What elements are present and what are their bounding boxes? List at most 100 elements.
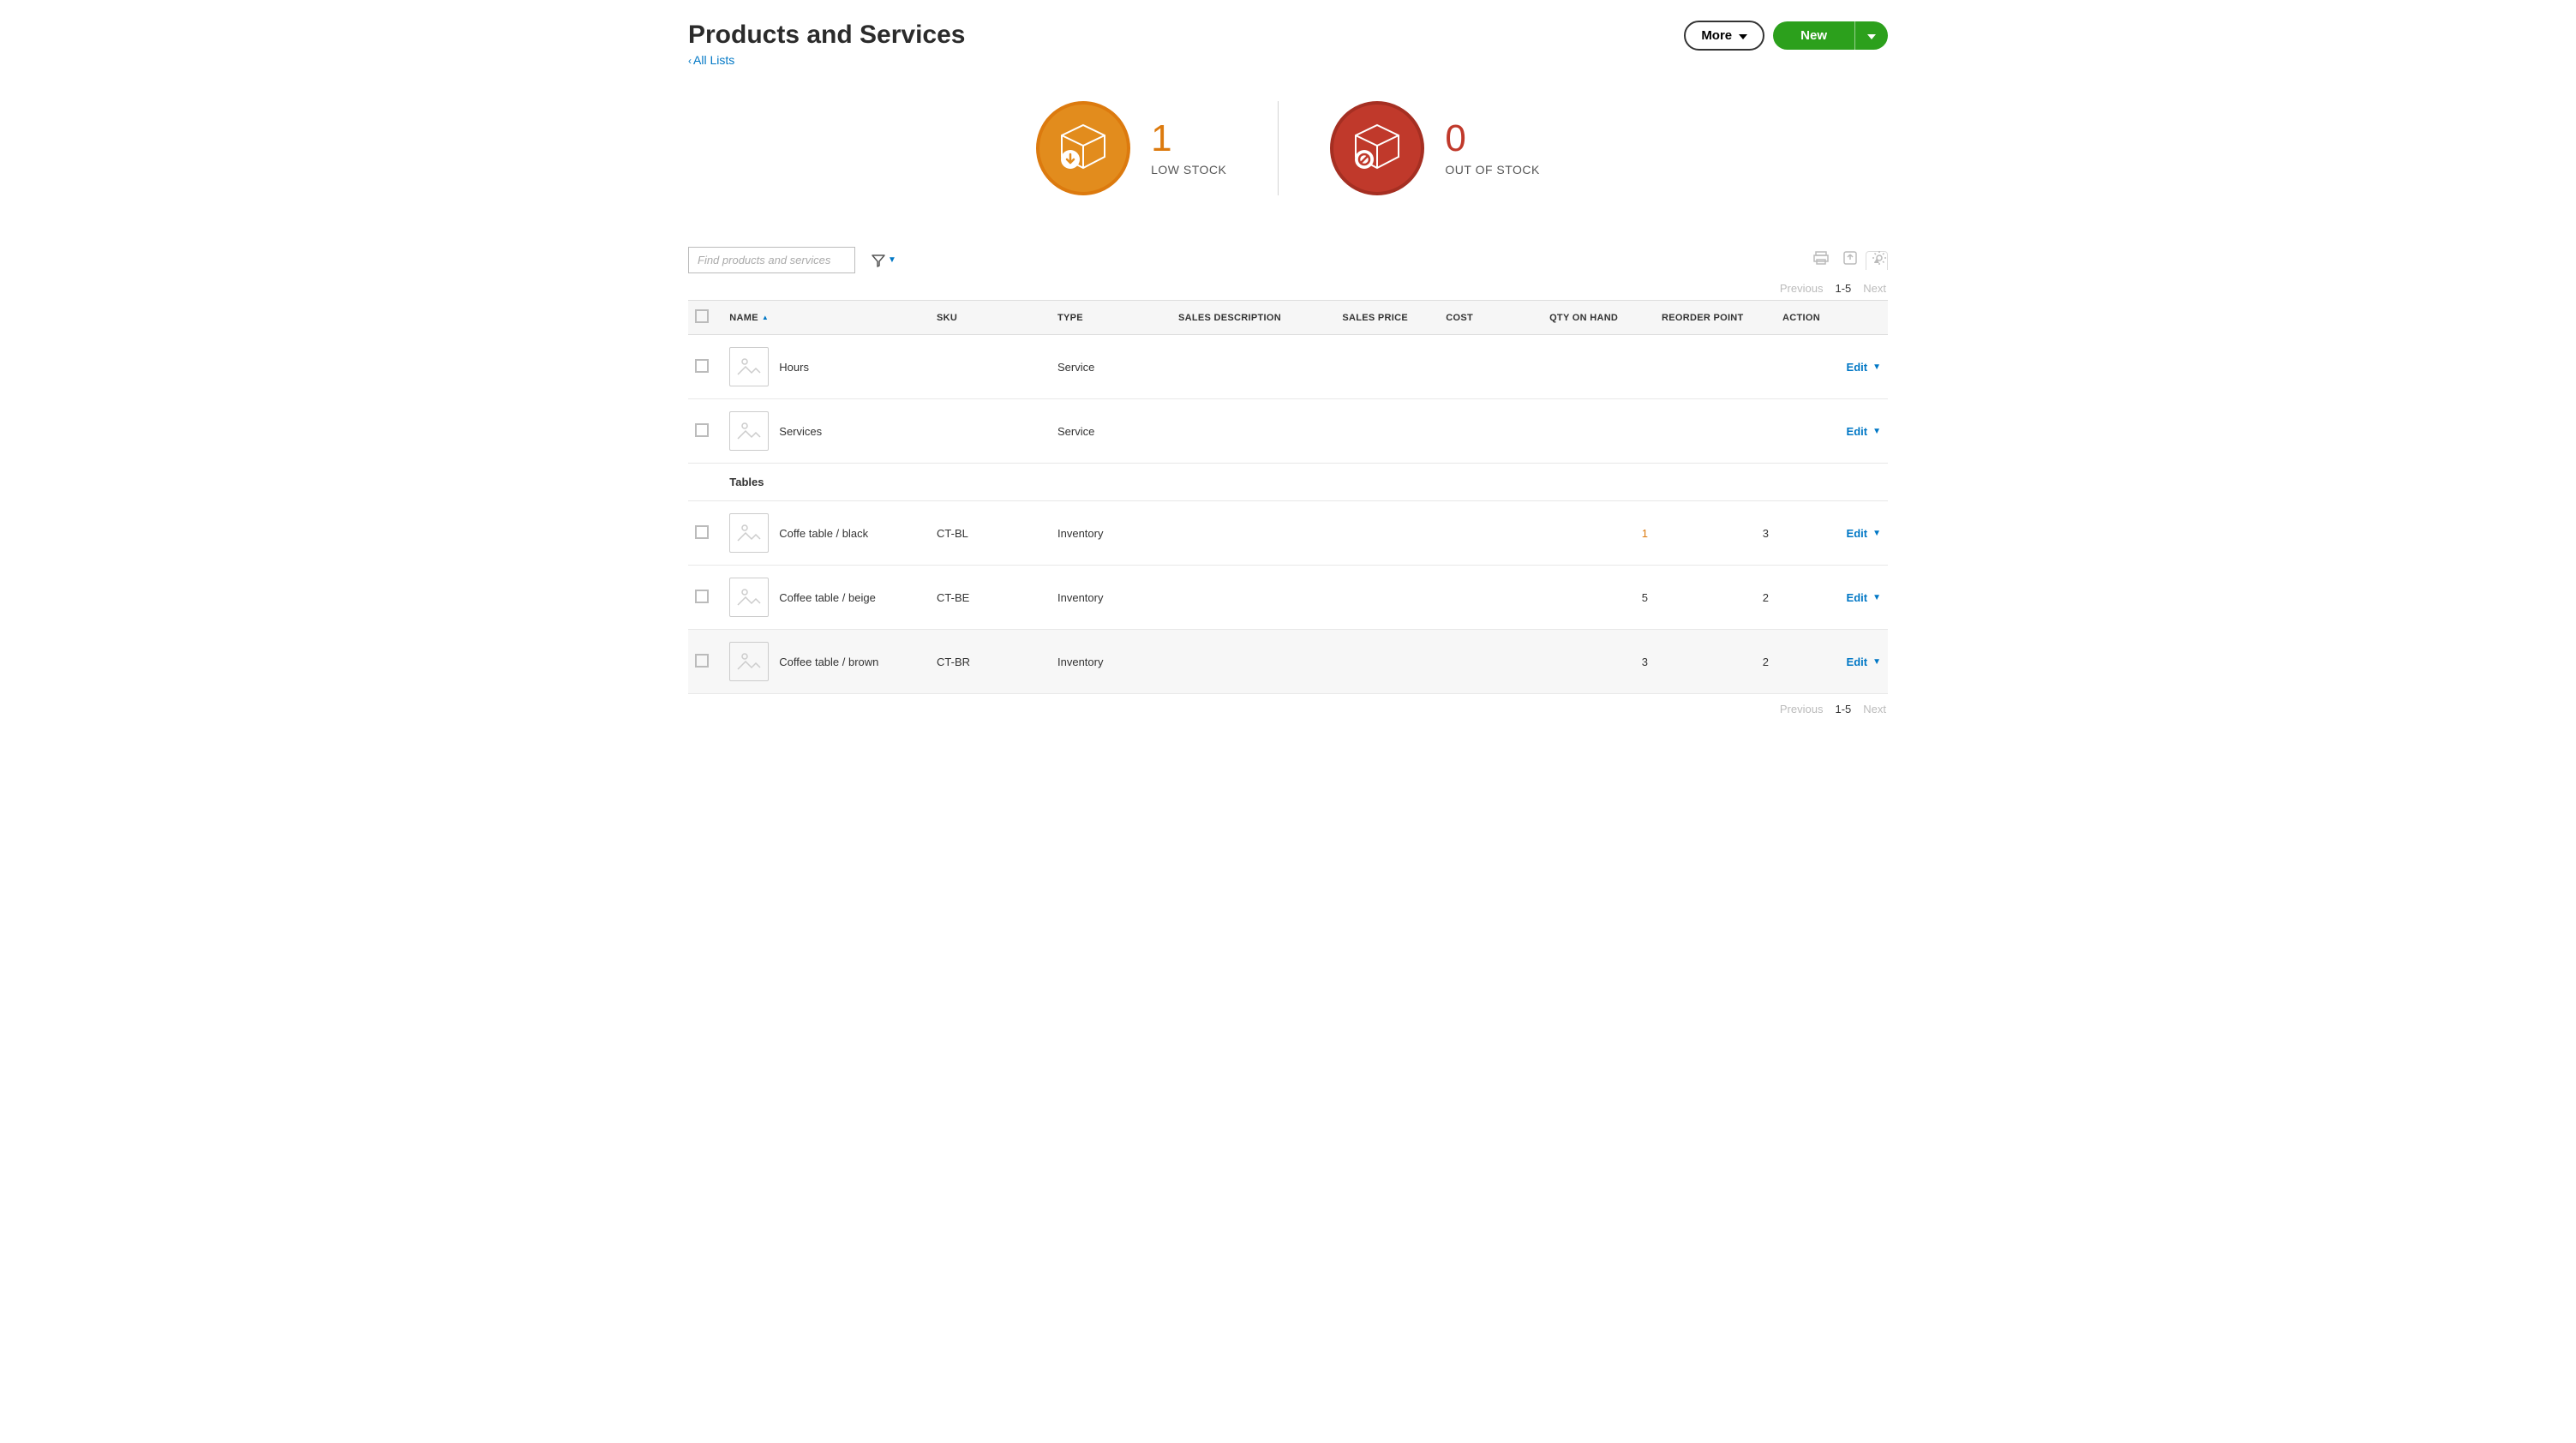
pager-next[interactable]: Next	[1863, 703, 1886, 716]
chevron-down-icon: ▼	[1872, 427, 1881, 436]
row-name: Coffee table / beige	[779, 591, 876, 604]
col-cost[interactable]: COST	[1439, 301, 1543, 335]
row-cost	[1439, 566, 1543, 630]
row-name: Hours	[779, 361, 809, 374]
col-qty[interactable]: QTY ON HAND	[1543, 301, 1655, 335]
chevron-down-icon: ▼	[1872, 529, 1881, 538]
group-row[interactable]: Tables	[688, 464, 1888, 501]
new-button-dropdown[interactable]	[1854, 21, 1888, 50]
row-sku: CT-BE	[930, 566, 1051, 630]
edit-button[interactable]: Edit ▼	[1847, 656, 1881, 668]
image-placeholder-icon	[729, 513, 769, 553]
row-reorder	[1655, 399, 1776, 464]
edit-button[interactable]: Edit ▼	[1847, 361, 1881, 374]
table-row[interactable]: Services Service Edit ▼	[688, 399, 1888, 464]
all-lists-link[interactable]: ‹All Lists	[688, 53, 965, 67]
row-reorder	[1655, 335, 1776, 399]
table-row[interactable]: Coffe table / black CT-BL Inventory 1 3 …	[688, 501, 1888, 566]
row-qty: 1	[1543, 501, 1655, 566]
row-sku	[930, 335, 1051, 399]
row-name: Coffe table / black	[779, 527, 868, 540]
row-name: Coffee table / brown	[779, 656, 878, 668]
search-input[interactable]	[688, 247, 855, 273]
funnel-icon	[871, 253, 886, 268]
low-stock-stat[interactable]: 1 LOW STOCK	[985, 101, 1279, 195]
row-type: Service	[1051, 335, 1171, 399]
image-placeholder-icon	[729, 347, 769, 386]
row-cost	[1439, 399, 1543, 464]
row-type: Inventory	[1051, 630, 1171, 694]
row-cost	[1439, 335, 1543, 399]
row-checkbox[interactable]	[695, 423, 709, 437]
row-cost	[1439, 630, 1543, 694]
pager-range: 1-5	[1835, 703, 1851, 716]
row-qty: 5	[1543, 566, 1655, 630]
row-desc	[1171, 566, 1335, 630]
pager-prev[interactable]: Previous	[1780, 282, 1824, 295]
bottom-pager: Previous 1-5 Next	[688, 703, 1886, 716]
gear-icon[interactable]	[1871, 249, 1888, 271]
row-reorder: 3	[1655, 501, 1776, 566]
out-of-stock-label: OUT OF STOCK	[1445, 163, 1540, 177]
row-checkbox[interactable]	[695, 654, 709, 668]
edit-button[interactable]: Edit ▼	[1847, 527, 1881, 540]
col-reorder[interactable]: REORDER POINT	[1655, 301, 1776, 335]
all-lists-label: All Lists	[693, 53, 734, 67]
row-price	[1335, 335, 1439, 399]
select-all-checkbox[interactable]	[695, 309, 709, 323]
row-type: Inventory	[1051, 501, 1171, 566]
row-type: Service	[1051, 399, 1171, 464]
export-icon[interactable]	[1842, 249, 1859, 271]
table-row[interactable]: Coffee table / beige CT-BE Inventory 5 2…	[688, 566, 1888, 630]
row-desc	[1171, 335, 1335, 399]
more-label: More	[1701, 28, 1732, 43]
row-qty	[1543, 399, 1655, 464]
filter-button[interactable]: ▼	[871, 253, 896, 268]
out-of-stock-icon	[1330, 101, 1424, 195]
low-stock-label: LOW STOCK	[1151, 163, 1226, 177]
row-checkbox[interactable]	[695, 359, 709, 373]
col-sku[interactable]: SKU	[930, 301, 1051, 335]
edit-button[interactable]: Edit ▼	[1847, 591, 1881, 604]
col-desc[interactable]: SALES DESCRIPTION	[1171, 301, 1335, 335]
row-price	[1335, 630, 1439, 694]
pager-next[interactable]: Next	[1863, 282, 1886, 295]
col-price[interactable]: SALES PRICE	[1335, 301, 1439, 335]
out-of-stock-stat[interactable]: 0 OUT OF STOCK	[1279, 101, 1591, 195]
image-placeholder-icon	[729, 411, 769, 451]
table-row[interactable]: Hours Service Edit ▼	[688, 335, 1888, 399]
row-sku	[930, 399, 1051, 464]
col-name[interactable]: NAME	[722, 301, 930, 335]
group-label: Tables	[722, 464, 1888, 501]
col-type[interactable]: TYPE	[1051, 301, 1171, 335]
row-desc	[1171, 501, 1335, 566]
print-icon[interactable]	[1812, 249, 1830, 271]
row-price	[1335, 399, 1439, 464]
image-placeholder-icon	[729, 642, 769, 681]
chevron-down-icon: ▼	[1872, 657, 1881, 667]
more-button[interactable]: More	[1684, 21, 1764, 51]
row-type: Inventory	[1051, 566, 1171, 630]
row-name: Services	[779, 425, 822, 438]
row-cost	[1439, 501, 1543, 566]
table-row[interactable]: Coffee table / brown CT-BR Inventory 3 2…	[688, 630, 1888, 694]
products-table: NAME SKU TYPE SALES DESCRIPTION SALES PR…	[688, 300, 1888, 694]
page-title: Products and Services	[688, 21, 965, 50]
new-button[interactable]: New	[1773, 21, 1854, 50]
col-action: ACTION	[1776, 301, 1888, 335]
row-price	[1335, 566, 1439, 630]
out-of-stock-count: 0	[1445, 120, 1540, 158]
chevron-left-icon: ‹	[688, 55, 692, 67]
row-sku: CT-BR	[930, 630, 1051, 694]
row-qty: 3	[1543, 630, 1655, 694]
row-checkbox[interactable]	[695, 590, 709, 603]
pager-prev[interactable]: Previous	[1780, 703, 1824, 716]
low-stock-count: 1	[1151, 120, 1226, 158]
row-reorder: 2	[1655, 566, 1776, 630]
chevron-down-icon	[1739, 28, 1747, 43]
chevron-down-icon: ▼	[1872, 593, 1881, 602]
chevron-down-icon: ▼	[888, 255, 896, 265]
row-price	[1335, 501, 1439, 566]
edit-button[interactable]: Edit ▼	[1847, 425, 1881, 438]
row-checkbox[interactable]	[695, 525, 709, 539]
